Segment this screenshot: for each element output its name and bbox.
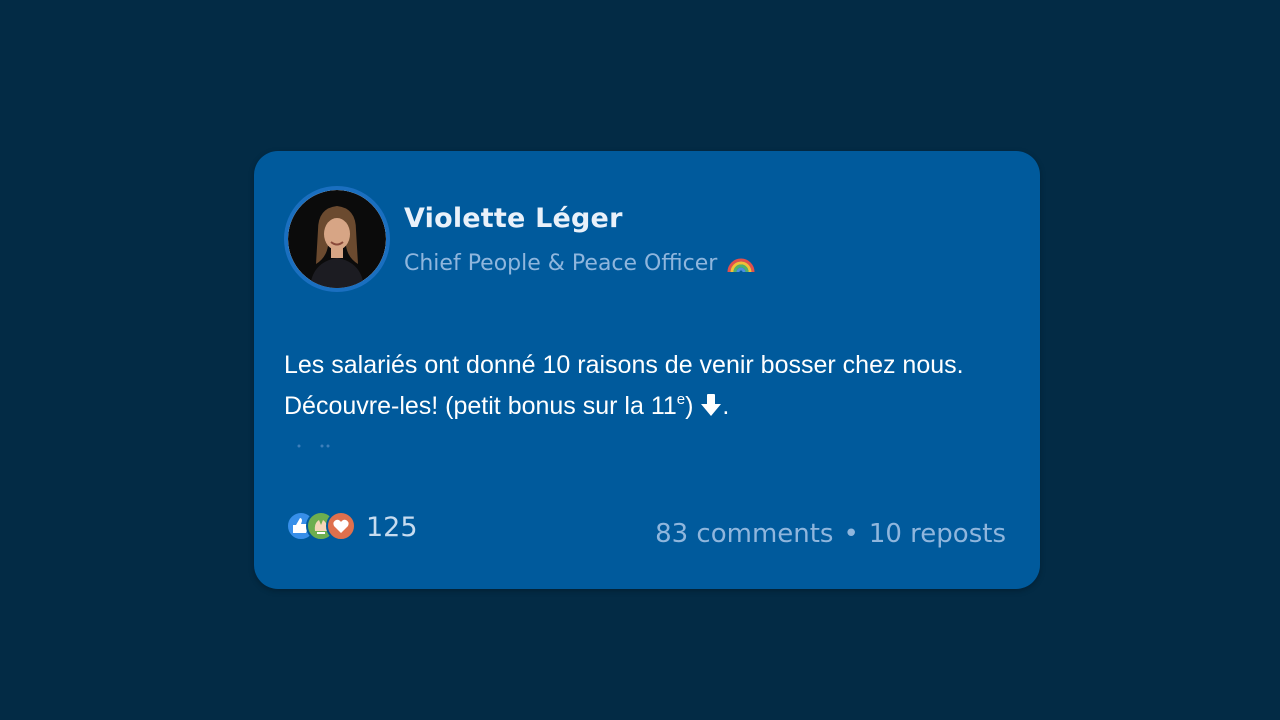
author-title-text: Chief People & Peace Officer bbox=[404, 251, 718, 276]
post-body-superscript: e bbox=[676, 391, 686, 408]
stats-separator: • bbox=[843, 519, 859, 549]
love-icon bbox=[326, 511, 356, 541]
author-name[interactable]: Violette Léger bbox=[404, 203, 623, 234]
post-body-text: Les salariés ont donné 10 raisons de ven… bbox=[284, 351, 964, 420]
rainbow-icon bbox=[727, 254, 755, 274]
reaction-icons bbox=[286, 509, 362, 545]
down-arrow-icon bbox=[700, 389, 722, 416]
post-card: Violette Léger Chief People & Peace Offi… bbox=[254, 151, 1040, 589]
reactions-summary[interactable]: 125 bbox=[286, 509, 418, 545]
post-body-text-after: ) bbox=[685, 392, 701, 420]
faint-marks bbox=[297, 444, 330, 448]
reposts-count[interactable]: 10 reposts bbox=[869, 519, 1006, 549]
reaction-count[interactable]: 125 bbox=[366, 512, 418, 543]
author-avatar[interactable] bbox=[288, 190, 386, 288]
comments-count[interactable]: 83 comments bbox=[655, 519, 833, 549]
post-stats: 83 comments • 10 reposts bbox=[655, 519, 1006, 549]
post-body: Les salariés ont donné 10 raisons de ven… bbox=[284, 345, 1004, 427]
author-headline: Chief People & Peace Officer bbox=[404, 251, 755, 276]
post-body-text-end: . bbox=[722, 392, 730, 420]
